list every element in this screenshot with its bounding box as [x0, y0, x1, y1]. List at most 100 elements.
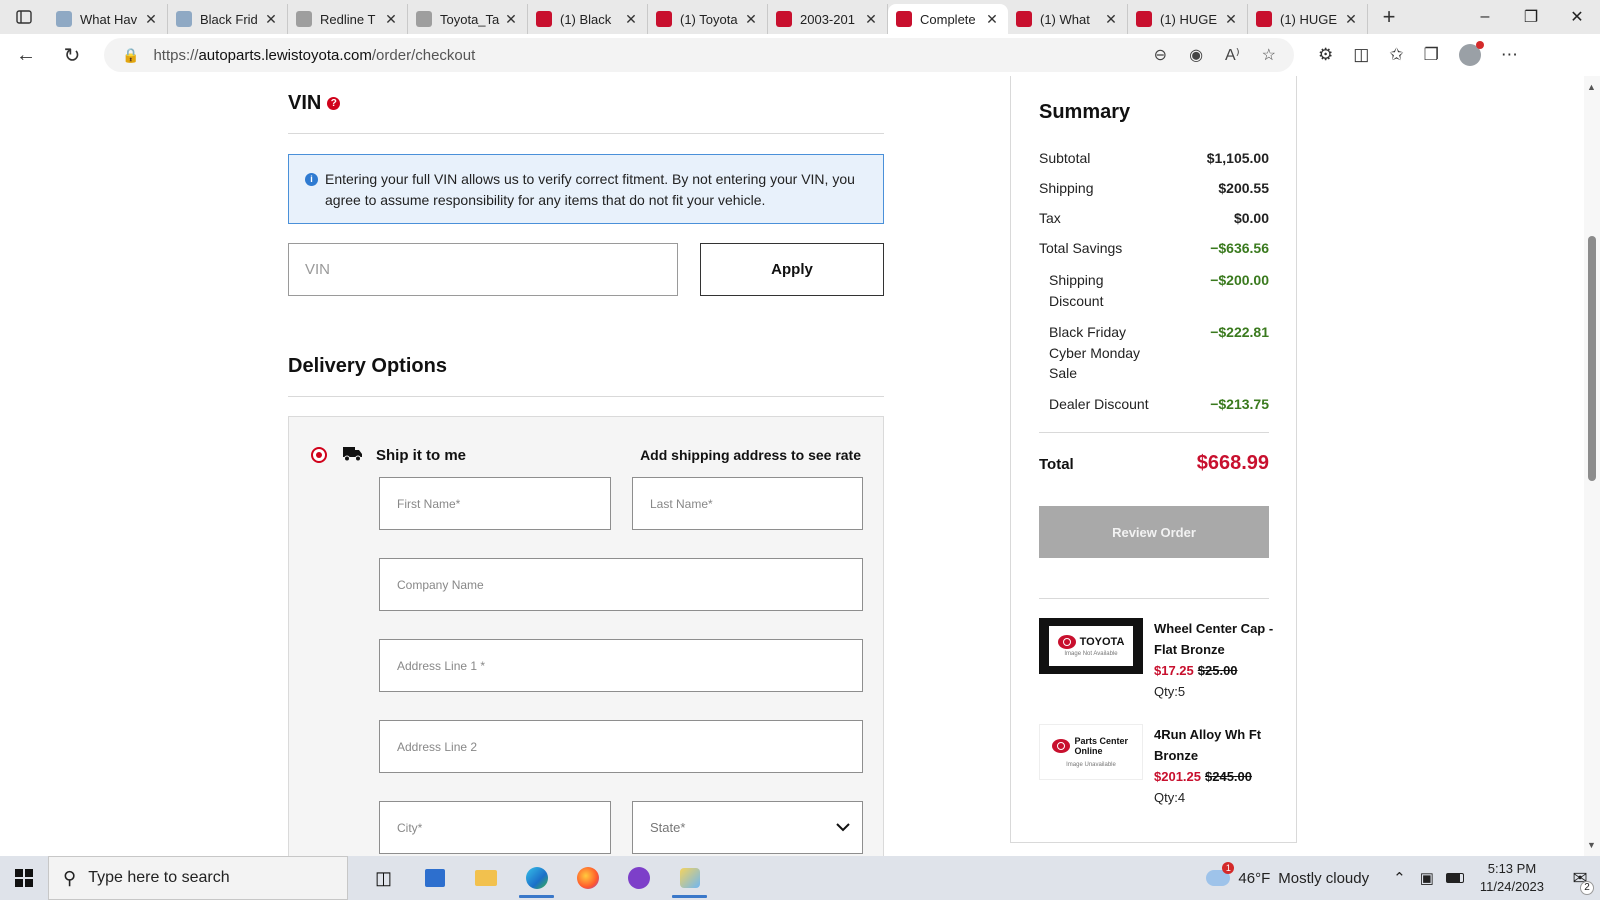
vin-info-notice: i Entering your full VIN allows us to ve… [288, 154, 884, 224]
browser-tab[interactable]: Toyota_Ta ✕ [408, 4, 528, 34]
vin-section-title: VIN ? [288, 92, 341, 115]
collections-icon[interactable]: ❐ [1424, 45, 1439, 65]
zoom-out-icon[interactable]: ⊖ [1154, 45, 1167, 65]
scroll-up-icon[interactable]: ▲ [1587, 82, 1596, 92]
first-name-field[interactable] [379, 477, 611, 530]
cart-item-info: 4Run Alloy Wh Ft Bronze $201.25 $245.00 Q… [1154, 724, 1279, 808]
tor-app[interactable] [613, 856, 664, 900]
extensions-icon[interactable]: ⚙ [1318, 45, 1333, 65]
discount-label: Dealer Discount [1049, 396, 1149, 412]
tab-favicon-icon [1256, 11, 1272, 27]
start-button[interactable] [0, 856, 48, 900]
image-unavailable-text: Image Not Available [1064, 651, 1118, 657]
notifications-button[interactable]: ✉ 2 [1560, 868, 1600, 895]
item-qty: Qty:5 [1154, 684, 1186, 699]
vin-input[interactable] [288, 243, 678, 296]
address-line-1-field[interactable] [379, 639, 863, 692]
file-explorer-app[interactable] [460, 856, 511, 900]
tab-actions-button[interactable] [0, 0, 48, 34]
edge-app[interactable] [511, 856, 562, 900]
tab-close-icon[interactable]: ✕ [743, 11, 759, 28]
tab-close-icon[interactable]: ✕ [984, 11, 1000, 28]
paint-app[interactable] [664, 856, 715, 900]
task-view-button[interactable]: ◫ [358, 856, 409, 900]
scroll-down-icon[interactable]: ▼ [1587, 840, 1596, 850]
address-line-2-field[interactable] [379, 720, 863, 773]
windows-logo-icon [15, 869, 33, 887]
truck-icon [343, 447, 362, 462]
minimize-button[interactable]: – [1462, 0, 1508, 34]
tab-close-icon[interactable]: ✕ [383, 11, 399, 28]
browser-tab[interactable]: What Hav ✕ [48, 4, 168, 34]
delivery-options-title: Delivery Options [288, 355, 447, 377]
shipping-value: $200.55 [1218, 180, 1269, 196]
state-select[interactable]: State* [632, 801, 863, 854]
review-order-button[interactable]: Review Order [1039, 506, 1269, 558]
item-name[interactable]: 4Run Alloy Wh Ft Bronze [1154, 724, 1279, 766]
weather-widget[interactable]: 1 46°F Mostly cloudy [1206, 862, 1370, 887]
firefox-app[interactable] [562, 856, 613, 900]
browser-navbar: ← ↻ 🔒 https://autoparts.lewistoyota.com/… [0, 34, 1600, 76]
tab-close-icon[interactable]: ✕ [503, 11, 519, 28]
taskbar-search[interactable]: ⚲ Type here to search [48, 856, 348, 900]
city-field[interactable] [379, 801, 611, 854]
browser-tab[interactable]: (1) Toyota ✕ [648, 4, 768, 34]
tax-value: $0.00 [1233, 210, 1269, 226]
battery-icon[interactable] [1445, 873, 1464, 883]
browser-tab[interactable]: Redline T ✕ [288, 4, 408, 34]
profile-avatar[interactable] [1458, 41, 1484, 66]
browser-tab[interactable]: 2003-201 ✕ [768, 4, 888, 34]
restore-button[interactable]: ❐ [1508, 0, 1554, 34]
weather-desc: Mostly cloudy [1278, 869, 1370, 887]
split-screen-icon[interactable]: ◫ [1353, 45, 1369, 65]
product-thumbnail[interactable]: Parts Center Online Image Unavailable [1039, 724, 1143, 780]
thumbnail-brand-text: Parts Center Online [1074, 736, 1129, 756]
ship-to-me-radio[interactable] [311, 447, 327, 463]
total-savings-row: Total Savings −$636.56 [1039, 240, 1269, 256]
tab-close-icon[interactable]: ✕ [1343, 11, 1359, 28]
tab-close-icon[interactable]: ✕ [863, 11, 879, 28]
last-name-field[interactable] [632, 477, 863, 530]
item-name[interactable]: Wheel Center Cap - Flat Bronze [1154, 618, 1279, 660]
page-scrollbar[interactable]: ▲ ▼ [1584, 76, 1600, 856]
new-tab-button[interactable]: + [1372, 2, 1406, 32]
url-path: /order/checkout [371, 46, 476, 64]
total-row: Total $668.99 [1039, 452, 1269, 475]
browser-tab[interactable]: (1) HUGE ✕ [1128, 4, 1248, 34]
tab-close-icon[interactable]: ✕ [1103, 11, 1119, 28]
tab-close-icon[interactable]: ✕ [1223, 11, 1239, 28]
apply-vin-button[interactable]: Apply [700, 243, 884, 296]
meeting-icon[interactable]: ▣ [1420, 869, 1434, 887]
refresh-button[interactable]: ↻ [52, 38, 92, 72]
read-aloud-icon[interactable]: A⁾ [1225, 45, 1240, 65]
scrollbar-thumb[interactable] [1588, 236, 1596, 481]
task-view-icon: ◫ [374, 867, 392, 888]
tab-close-icon[interactable]: ✕ [263, 11, 279, 28]
store-app[interactable] [409, 856, 460, 900]
item-original-price: $245.00 [1205, 769, 1252, 784]
favorites-icon[interactable]: ✩ [1389, 45, 1403, 65]
tracking-prevention-icon[interactable]: ◉ [1189, 45, 1203, 65]
address-bar[interactable]: 🔒 https://autoparts.lewistoyota.com/orde… [104, 38, 1294, 72]
browser-tab[interactable]: (1) HUGE ✕ [1248, 4, 1368, 34]
tax-label: Tax [1039, 210, 1061, 226]
back-button[interactable]: ← [6, 38, 46, 72]
help-icon[interactable]: ? [327, 97, 341, 110]
item-price: $201.25 [1154, 769, 1201, 784]
tab-favicon-icon [56, 11, 72, 27]
tab-title: (1) HUGE [1280, 11, 1338, 27]
settings-more-icon[interactable]: ⋯ [1501, 45, 1518, 65]
chevron-up-icon[interactable]: ⌃ [1393, 869, 1406, 887]
system-tray: 1 46°F Mostly cloudy ⌃ ▣ 5:13 PM 11/24/2… [1206, 856, 1600, 900]
browser-tab[interactable]: Complete ✕ [888, 4, 1008, 34]
tab-close-icon[interactable]: ✕ [623, 11, 639, 28]
browser-tab[interactable]: Black Frid ✕ [168, 4, 288, 34]
clock[interactable]: 5:13 PM 11/24/2023 [1480, 860, 1544, 896]
product-thumbnail[interactable]: TOYOTA Image Not Available [1039, 618, 1143, 674]
browser-tab[interactable]: (1) What ✕ [1008, 4, 1128, 34]
favorite-star-icon[interactable]: ☆ [1262, 45, 1276, 65]
close-window-button[interactable]: ✕ [1554, 0, 1600, 34]
company-name-field[interactable] [379, 558, 863, 611]
browser-tab[interactable]: (1) Black ✕ [528, 4, 648, 34]
tab-close-icon[interactable]: ✕ [143, 11, 159, 28]
